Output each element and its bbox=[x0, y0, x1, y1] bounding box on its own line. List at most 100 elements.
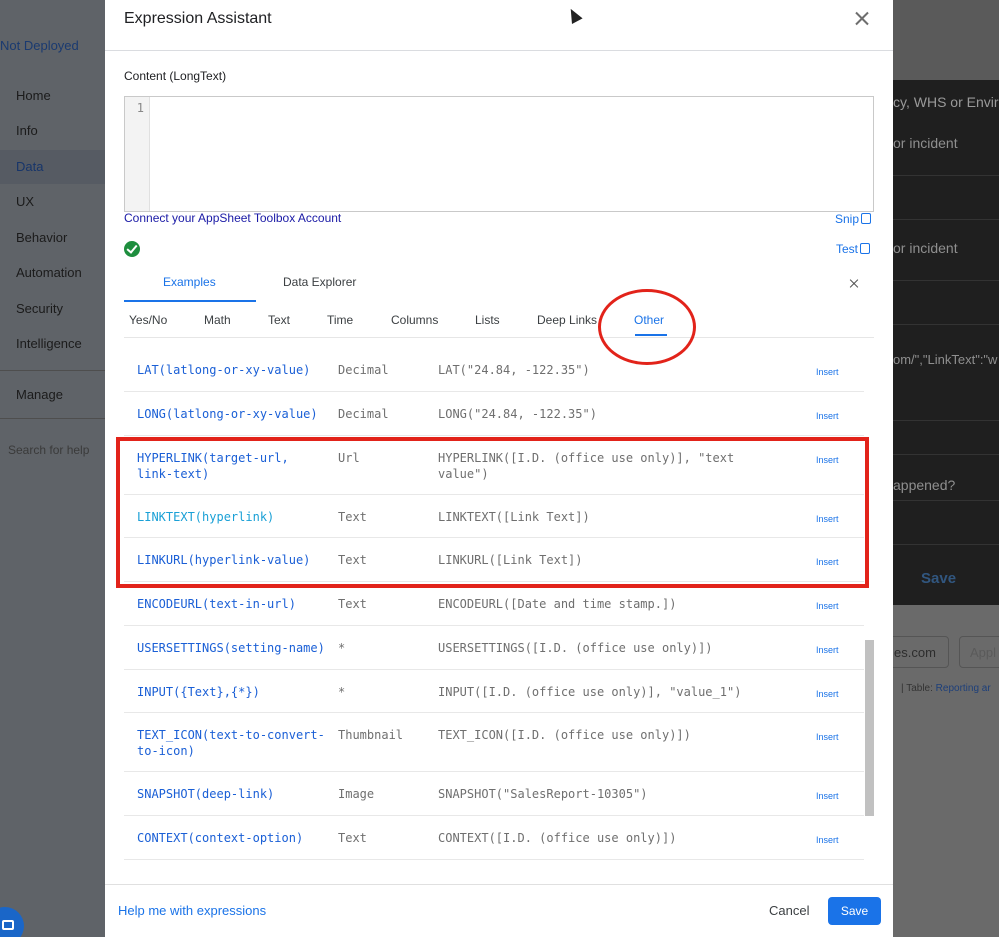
background-right-panel: cy, WHS or Enviro or incident or inciden… bbox=[893, 0, 999, 937]
example-expression: SNAPSHOT("SalesReport-10305") bbox=[438, 787, 648, 801]
email-field[interactable]: es.com bbox=[893, 636, 949, 668]
function-signature[interactable]: LAT(latlong-or-xy-value) bbox=[137, 362, 332, 378]
return-type: * bbox=[338, 641, 346, 655]
insert-button[interactable]: Insert bbox=[816, 408, 839, 424]
tab-active-indicator bbox=[124, 300, 256, 302]
return-type: * bbox=[338, 685, 346, 699]
nav-item-security[interactable]: Security bbox=[16, 301, 63, 316]
form-label-fragment: or incident bbox=[893, 240, 958, 256]
subtab-time[interactable]: Time bbox=[327, 313, 353, 327]
table-row: CONTEXT(context-option) Text CONTEXT([I.… bbox=[124, 816, 864, 860]
close-icon[interactable] bbox=[853, 10, 871, 28]
insert-button[interactable]: Insert bbox=[816, 729, 839, 745]
insert-button[interactable]: Insert bbox=[816, 642, 839, 658]
return-type: Image bbox=[338, 787, 375, 801]
deploy-status-label: Not Deployed bbox=[0, 38, 79, 53]
subtab-math[interactable]: Math bbox=[204, 313, 231, 327]
table-row: LAT(latlong-or-xy-value) Decimal LAT("24… bbox=[124, 348, 864, 392]
connect-toolbox-link[interactable]: Connect your AppSheet Toolbox Account bbox=[124, 211, 341, 225]
content-label: Content (LongText) bbox=[124, 69, 227, 83]
subtab-lists[interactable]: Lists bbox=[475, 313, 500, 327]
text-field[interactable] bbox=[893, 420, 999, 455]
form-save-button[interactable]: Save bbox=[921, 570, 956, 587]
tab-data-explorer[interactable]: Data Explorer bbox=[283, 275, 356, 289]
return-type: Decimal bbox=[338, 407, 389, 421]
subtab-yes-no[interactable]: Yes/No bbox=[129, 313, 167, 327]
nav-item-ux[interactable]: UX bbox=[16, 194, 34, 209]
function-signature[interactable]: ENCODEURL(text-in-url) bbox=[137, 596, 332, 612]
return-type: Text bbox=[338, 831, 367, 845]
subtab-deep-links[interactable]: Deep Links bbox=[537, 313, 597, 327]
answer-field[interactable] bbox=[893, 500, 999, 545]
collapse-icon[interactable] bbox=[849, 276, 859, 290]
example-expression: LAT("24.84, -122.35") bbox=[438, 363, 590, 377]
line-gutter: 1 bbox=[125, 97, 150, 211]
table-row: LONG(latlong-or-xy-value) Decimal LONG("… bbox=[124, 392, 864, 436]
nav-item-behavior[interactable]: Behavior bbox=[16, 230, 67, 245]
chat-icon bbox=[2, 920, 14, 930]
list-scrollbar[interactable] bbox=[865, 640, 874, 816]
nav-item-data[interactable]: Data bbox=[16, 159, 43, 174]
cancel-button[interactable]: Cancel bbox=[769, 903, 809, 918]
nav-item-intelligence[interactable]: Intelligence bbox=[16, 336, 82, 351]
subtab-columns[interactable]: Columns bbox=[391, 313, 438, 327]
function-signature[interactable]: TEXT_ICON(text-to-convert-to-icon) bbox=[137, 727, 332, 759]
function-signature[interactable]: USERSETTINGS(setting-name) bbox=[137, 640, 332, 656]
help-search-input[interactable]: Search for help bbox=[8, 443, 89, 457]
deploy-status: Not Deployed bbox=[0, 38, 79, 53]
example-expression: TEXT_ICON([I.D. (office use only)]) bbox=[438, 728, 691, 742]
example-expression: USERSETTINGS([I.D. (office use only)]) bbox=[438, 641, 713, 655]
table-reference: | Table: Reporting ar bbox=[901, 683, 991, 694]
test-label: Test bbox=[836, 242, 859, 256]
table-row: TEXT_ICON(text-to-convert-to-icon) Thumb… bbox=[124, 713, 864, 772]
form-header-fragment: cy, WHS or Enviro bbox=[893, 94, 999, 110]
test-button[interactable]: Test bbox=[836, 242, 871, 256]
insert-button[interactable]: Insert bbox=[816, 832, 839, 848]
example-expression: CONTEXT([I.D. (office use only)]) bbox=[438, 831, 677, 845]
insert-button[interactable]: Insert bbox=[816, 686, 839, 702]
return-type: Text bbox=[338, 597, 367, 611]
expression-editor[interactable]: 1 bbox=[124, 96, 874, 212]
nav-divider bbox=[0, 370, 105, 371]
table-row: USERSETTINGS(setting-name) * USERSETTING… bbox=[124, 626, 864, 670]
function-signature[interactable]: LONG(latlong-or-xy-value) bbox=[137, 406, 332, 422]
footer-divider bbox=[105, 884, 893, 885]
highlight-box bbox=[116, 437, 869, 588]
valid-check-icon bbox=[124, 241, 140, 257]
subtab-text[interactable]: Text bbox=[268, 313, 290, 327]
line-number: 1 bbox=[136, 101, 144, 115]
tab-examples[interactable]: Examples bbox=[163, 275, 216, 289]
help-expressions-link[interactable]: Help me with expressions bbox=[118, 903, 266, 918]
nav-item-info[interactable]: Info bbox=[16, 123, 38, 138]
copy-icon bbox=[861, 213, 872, 224]
form-label-fragment: or incident bbox=[893, 135, 958, 151]
apply-button[interactable]: Appl bbox=[959, 636, 999, 668]
chat-fab-button[interactable] bbox=[0, 907, 24, 937]
save-button[interactable]: Save bbox=[828, 897, 881, 925]
time-field[interactable] bbox=[893, 280, 999, 325]
table-link[interactable]: Reporting ar bbox=[936, 683, 991, 694]
mouse-cursor-icon bbox=[565, 6, 583, 24]
table-prefix: | Table: bbox=[901, 683, 933, 694]
date-field[interactable] bbox=[893, 175, 999, 220]
background-topbar bbox=[893, 0, 999, 80]
dialog-title: Expression Assistant bbox=[124, 10, 272, 27]
snip-button[interactable]: Snip bbox=[835, 212, 872, 226]
function-signature[interactable]: INPUT({Text},{*}) bbox=[137, 684, 332, 700]
nav-divider bbox=[0, 418, 105, 419]
insert-button[interactable]: Insert bbox=[816, 788, 839, 804]
nav-item-home[interactable]: Home bbox=[16, 88, 51, 103]
table-row: ENCODEURL(text-in-url) Text ENCODEURL([D… bbox=[124, 582, 864, 626]
return-type: Decimal bbox=[338, 363, 389, 377]
insert-button[interactable]: Insert bbox=[816, 598, 839, 614]
function-signature[interactable]: CONTEXT(context-option) bbox=[137, 830, 332, 846]
function-list: LAT(latlong-or-xy-value) Decimal LAT("24… bbox=[124, 348, 864, 861]
insert-button[interactable]: Insert bbox=[816, 364, 839, 380]
function-signature[interactable]: SNAPSHOT(deep-link) bbox=[137, 786, 332, 802]
table-row: SNAPSHOT(deep-link) Image SNAPSHOT("Sale… bbox=[124, 772, 864, 816]
example-expression: ENCODEURL([Date and time stamp.]) bbox=[438, 597, 677, 611]
nav-item-automation[interactable]: Automation bbox=[16, 265, 82, 280]
example-expression: LONG("24.84, -122.35") bbox=[438, 407, 597, 421]
question-fragment: appened? bbox=[893, 477, 956, 493]
nav-item-manage[interactable]: Manage bbox=[16, 387, 63, 402]
